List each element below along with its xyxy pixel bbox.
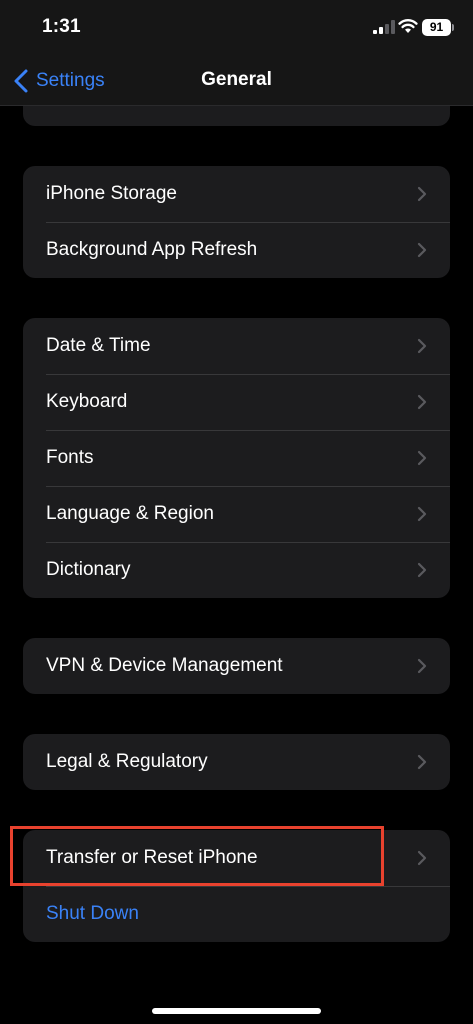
row-label: Fonts [46, 447, 94, 468]
status-bar: 1:31 91 [0, 0, 473, 56]
row-fonts[interactable]: Fonts [23, 430, 450, 486]
home-indicator[interactable] [152, 1008, 321, 1014]
navigation-bar: Settings General [0, 56, 473, 106]
row-label: Transfer or Reset iPhone [46, 847, 258, 868]
chevron-right-icon [417, 658, 427, 674]
row-date-time[interactable]: Date & Time [23, 318, 450, 374]
partial-settings-group [23, 106, 450, 126]
row-label: Background App Refresh [46, 239, 258, 260]
row-label: Date & Time [46, 335, 151, 356]
locale-group: Date & Time Keyboard Fonts Language & Re… [23, 318, 450, 598]
row-shut-down[interactable]: Shut Down [23, 886, 450, 942]
wifi-icon [398, 19, 418, 33]
row-background-app-refresh[interactable]: Background App Refresh [23, 222, 450, 278]
chevron-right-icon [417, 506, 427, 522]
row-label: Legal & Regulatory [46, 751, 208, 772]
cellular-signal-icon [373, 20, 395, 34]
chevron-right-icon [417, 186, 427, 202]
chevron-right-icon [417, 562, 427, 578]
row-label: Dictionary [46, 559, 131, 580]
row-label: iPhone Storage [46, 183, 177, 204]
row-legal-regulatory[interactable]: Legal & Regulatory [23, 734, 450, 790]
legal-group: Legal & Regulatory [23, 734, 450, 790]
row-language-region[interactable]: Language & Region [23, 486, 450, 542]
row-keyboard[interactable]: Keyboard [23, 374, 450, 430]
chevron-right-icon [417, 242, 427, 258]
page-title: General [201, 69, 272, 90]
shut-down-label: Shut Down [46, 903, 139, 924]
row-iphone-storage[interactable]: iPhone Storage [23, 166, 450, 222]
storage-group: iPhone Storage Background App Refresh [23, 166, 450, 278]
vpn-group: VPN & Device Management [23, 638, 450, 694]
battery-icon: 91 [422, 19, 454, 36]
chevron-right-icon [417, 394, 427, 410]
row-dictionary[interactable]: Dictionary [23, 542, 450, 598]
reset-group: Transfer or Reset iPhone Shut Down [23, 830, 450, 942]
status-time: 1:31 [42, 16, 81, 37]
row-label: Language & Region [46, 503, 214, 524]
chevron-right-icon [417, 754, 427, 770]
settings-general-screen: 1:31 91 Settings General iPhone Storage … [0, 0, 473, 1024]
row-label: VPN & Device Management [46, 655, 283, 676]
row-label: Keyboard [46, 391, 128, 412]
row-transfer-reset-iphone[interactable]: Transfer or Reset iPhone [23, 830, 450, 886]
battery-level: 91 [429, 20, 444, 34]
row-vpn-device-management[interactable]: VPN & Device Management [23, 638, 450, 694]
chevron-right-icon [417, 450, 427, 466]
chevron-right-icon [417, 850, 427, 866]
chevron-right-icon [417, 338, 427, 354]
